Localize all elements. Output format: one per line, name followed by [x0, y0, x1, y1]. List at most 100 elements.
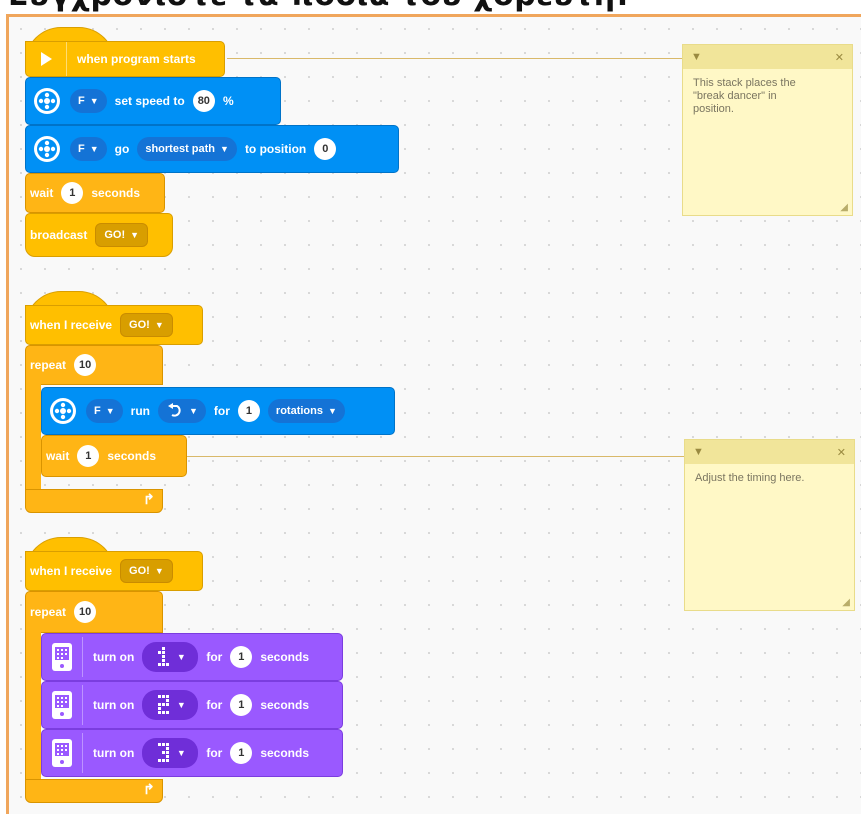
unit-label: %	[222, 94, 234, 108]
digit-3-matrix-icon[interactable]: ▼	[142, 738, 199, 768]
motor-icon	[34, 88, 60, 114]
digit-2-matrix-icon[interactable]: ▼	[142, 690, 199, 720]
collapse-icon[interactable]: ▼	[691, 51, 702, 63]
direction-dropdown[interactable]: ▼	[158, 399, 206, 423]
run-motor-block[interactable]: F ▼ run ▼ for 1 rotations ▼	[41, 387, 395, 435]
hub-icon	[42, 637, 83, 677]
comment-header[interactable]: ▼ ✕	[683, 45, 852, 69]
wait-seconds-input[interactable]: 1	[77, 445, 100, 467]
chevron-down-icon: ▼	[105, 406, 115, 416]
block-label: wait	[46, 449, 70, 463]
set-speed-block[interactable]: F ▼ set speed to 80 %	[25, 77, 281, 125]
block-label: turn on	[93, 746, 135, 760]
message-dropdown[interactable]: GO! ▼	[120, 313, 173, 337]
chevron-down-icon: ▼	[154, 320, 164, 330]
block-label: for	[206, 698, 223, 712]
unit-label: seconds	[260, 698, 310, 712]
repeat-block[interactable]: repeat 10	[25, 345, 163, 385]
close-icon[interactable]: ✕	[835, 51, 844, 64]
comment-text[interactable]: This stack places the "break dancer" in …	[683, 69, 852, 124]
unit-label: seconds	[260, 650, 310, 664]
position-input[interactable]: 0	[314, 138, 337, 160]
message-dropdown[interactable]: GO! ▼	[120, 559, 173, 583]
chevron-down-icon: ▼	[327, 406, 337, 416]
loop-arrow-icon: ↱	[143, 491, 155, 507]
block-label: when I receive	[30, 564, 113, 578]
wait-seconds-input[interactable]: 1	[61, 182, 84, 204]
comment-header[interactable]: ▼ ✕	[685, 440, 854, 464]
chevron-down-icon: ▼	[220, 144, 229, 154]
when-program-starts-block[interactable]: when program starts	[25, 41, 225, 77]
comment-connector	[227, 58, 687, 59]
loop-arrow-icon: ↱	[143, 781, 155, 797]
when-i-receive-block[interactable]: when I receive GO! ▼	[25, 305, 203, 345]
digit-1-matrix-icon[interactable]: ▼	[142, 642, 199, 672]
chevron-down-icon: ▼	[89, 144, 99, 154]
close-icon[interactable]: ✕	[837, 446, 846, 459]
chevron-down-icon: ▼	[189, 406, 198, 416]
repeat-arm	[25, 631, 41, 781]
repeat-block[interactable]: repeat 10	[25, 591, 163, 633]
repeat-arm	[25, 383, 41, 491]
light-matrix-block[interactable]: turn on ▼ for 1 seconds	[41, 633, 343, 681]
motor-icon	[34, 136, 60, 162]
chevron-down-icon: ▼	[89, 96, 99, 106]
light-matrix-block[interactable]: turn on ▼ for 1 seconds	[41, 729, 343, 777]
collapse-icon[interactable]: ▼	[693, 446, 704, 458]
comment-note[interactable]: ▼ ✕ Adjust the timing here. ◢	[684, 439, 855, 611]
light-seconds-input[interactable]: 1	[230, 694, 253, 716]
block-label: when program starts	[77, 52, 196, 66]
when-i-receive-block[interactable]: when I receive GO! ▼	[25, 551, 203, 591]
hub-icon	[42, 685, 83, 725]
block-label: broadcast	[30, 228, 88, 242]
block-label: wait	[30, 186, 54, 200]
message-dropdown[interactable]: GO! ▼	[95, 223, 149, 247]
wait-block[interactable]: wait 1 seconds	[25, 173, 165, 213]
comment-connector	[187, 456, 687, 457]
counterclockwise-arrow-icon	[168, 403, 181, 417]
block-label: repeat	[30, 605, 67, 619]
block-label: to position	[244, 142, 307, 156]
rotations-input[interactable]: 1	[237, 400, 260, 422]
comment-note[interactable]: ▼ ✕ This stack places the "break dancer"…	[682, 44, 853, 216]
port-dropdown[interactable]: F ▼	[70, 89, 107, 113]
block-label: go	[114, 142, 130, 156]
block-label: turn on	[93, 698, 135, 712]
block-label: run	[130, 404, 150, 418]
resize-handle-icon[interactable]: ◢	[842, 597, 850, 608]
chevron-down-icon: ▼	[176, 748, 186, 758]
unit-label: seconds	[260, 746, 310, 760]
chevron-down-icon: ▼	[176, 652, 186, 662]
go-to-position-block[interactable]: F ▼ go shortest path ▼ to position 0	[25, 125, 399, 173]
code-canvas[interactable]: when program starts F ▼ set speed to 80 %…	[6, 14, 861, 814]
chevron-down-icon: ▼	[176, 700, 186, 710]
block-label: for	[206, 650, 223, 664]
broadcast-block[interactable]: broadcast GO! ▼	[25, 213, 173, 257]
wait-block[interactable]: wait 1 seconds	[41, 435, 187, 477]
chevron-down-icon: ▼	[154, 566, 164, 576]
resize-handle-icon[interactable]: ◢	[840, 202, 848, 213]
comment-text[interactable]: Adjust the timing here.	[685, 464, 854, 493]
block-label: set speed to	[114, 94, 185, 108]
light-seconds-input[interactable]: 1	[230, 646, 253, 668]
port-dropdown[interactable]: F ▼	[86, 399, 123, 423]
light-matrix-block[interactable]: turn on ▼ for 1 seconds	[41, 681, 343, 729]
light-seconds-input[interactable]: 1	[230, 742, 253, 764]
speed-input[interactable]: 80	[192, 90, 215, 112]
motor-icon	[50, 398, 76, 424]
unit-label: seconds	[107, 449, 157, 463]
repeat-count-input[interactable]: 10	[74, 354, 97, 376]
play-icon	[26, 42, 67, 76]
block-label: repeat	[30, 358, 67, 372]
direction-dropdown[interactable]: shortest path ▼	[137, 137, 237, 161]
chevron-down-icon: ▼	[130, 230, 140, 240]
block-label: for	[206, 746, 223, 760]
page-title: Συγχρονίστε τα πόδια του χορευτή!	[8, 0, 630, 13]
block-label: for	[213, 404, 230, 418]
block-label: when I receive	[30, 318, 113, 332]
unit-dropdown[interactable]: rotations ▼	[267, 399, 345, 423]
unit-label: seconds	[91, 186, 141, 200]
block-label: turn on	[93, 650, 135, 664]
repeat-count-input[interactable]: 10	[74, 601, 97, 623]
port-dropdown[interactable]: F ▼	[70, 137, 107, 161]
